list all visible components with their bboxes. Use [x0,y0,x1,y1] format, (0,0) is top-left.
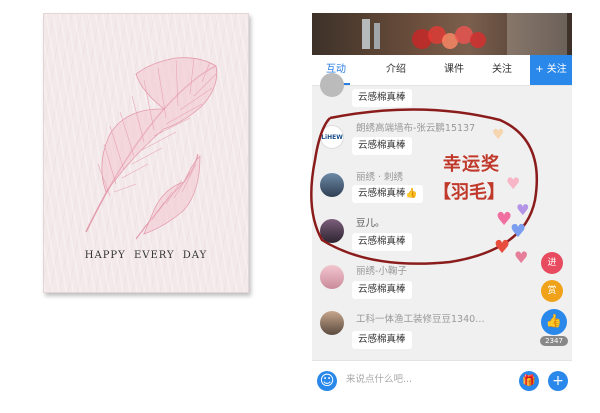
side-badge-reward[interactable]: 赏 [541,280,563,302]
follow-button[interactable]: + 关注 [530,55,572,85]
avatar[interactable]: LiHEW [320,125,344,149]
message-bubble: 云感棉真棒 [352,137,412,155]
side-badge-enter[interactable]: 进 [541,252,563,274]
heart-icon: ♥ [492,127,505,143]
username: 丽绣-小鞠子 [356,266,407,277]
avatar[interactable] [320,219,344,243]
avatar[interactable] [320,173,344,197]
tab-bar: 互动 介绍 课件 关注 + 关注 [312,55,572,86]
heart-icon: ♥ [514,248,528,267]
tab-courseware[interactable]: 课件 [436,55,472,85]
avatar[interactable] [320,265,344,289]
tab-intro[interactable]: 介绍 [378,55,414,85]
heart-icon: ♥ [516,201,529,219]
add-icon[interactable]: + [548,371,568,391]
message-bubble: 云感棉真棒 [352,331,412,349]
username: 工科一体渔工装修豆豆1340… [356,314,485,325]
video-frame [362,13,567,55]
video-player[interactable] [312,13,572,55]
emoji-icon[interactable]: ☺ [317,371,337,391]
heart-icon: ♥ [506,174,520,193]
tab-follow[interactable]: 关注 [484,55,520,85]
message-bubble: 云感棉真棒 [352,233,412,251]
username: 朗绣高端墙布-张云鹏15137 [356,123,476,134]
greeting-card: HAPPY EVERY DAY [43,13,249,293]
heart-icon: ♥ [510,221,526,242]
message-bubble: 云感棉真棒👍 [352,185,424,203]
message-bubble: 云感棉真棒 [352,281,412,299]
comment-input[interactable]: 来说点什么吧... [340,369,516,391]
message-bubble: 云感棉真棒 [352,89,412,107]
avatar[interactable] [320,73,344,97]
username: 丽绣 · 刺绣 [356,172,404,183]
username: 豆儿。 [356,218,385,229]
floating-hearts: ♥ ♥ ♥ ♥ ♥ ♥ ♥ [492,127,529,267]
comment-bar: ☺ 来说点什么吧... 🎁 + [312,360,572,400]
like-button[interactable]: 👍 [541,309,567,335]
gift-icon[interactable]: 🎁 [519,371,539,391]
card-caption: HAPPY EVERY DAY [84,250,208,261]
like-count: 2347 [540,336,568,346]
avatar[interactable] [320,311,344,335]
thumbs-up-icon: 👍 [545,314,563,329]
small-feather [135,153,201,240]
heart-icon: ♥ [494,237,510,258]
